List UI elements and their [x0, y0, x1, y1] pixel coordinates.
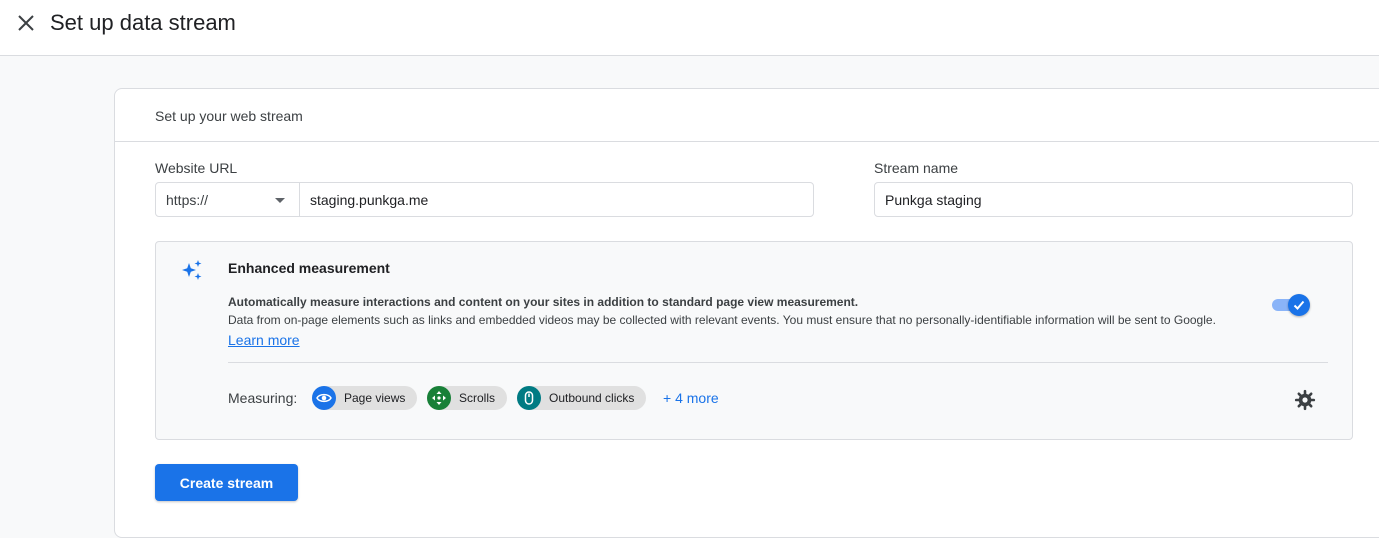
learn-more-link[interactable]: Learn more — [228, 332, 300, 348]
chip-scrolls: Scrolls — [427, 386, 508, 410]
enhanced-measurement-title: Enhanced measurement — [228, 260, 390, 276]
more-measurements-link[interactable]: + 4 more — [663, 390, 719, 406]
measurement-settings-button[interactable] — [1293, 388, 1317, 412]
stream-name-input[interactable]: Punkga staging — [874, 182, 1353, 217]
toggle-knob — [1288, 294, 1310, 316]
chip-page-views: Page views — [312, 386, 418, 410]
top-bar: Set up data stream — [0, 0, 1379, 56]
website-url-input[interactable]: staging.punkga.me — [299, 182, 814, 217]
chip-label: Page views — [344, 391, 406, 405]
card-header: Set up your web stream — [115, 89, 1379, 142]
check-icon — [1293, 300, 1305, 310]
close-icon — [18, 15, 34, 31]
measuring-label: Measuring: — [228, 390, 298, 406]
scroll-arrows-icon — [427, 386, 451, 410]
website-url-label: Website URL — [155, 160, 238, 176]
gear-icon — [1294, 389, 1316, 411]
protocol-select[interactable]: https:// — [155, 182, 300, 217]
mouse-icon — [517, 386, 541, 410]
divider — [228, 362, 1328, 363]
close-button[interactable] — [14, 11, 38, 35]
dropdown-arrow-icon — [275, 198, 285, 203]
chip-label: Scrolls — [459, 391, 496, 405]
enhanced-measurement-summary: Automatically measure interactions and c… — [228, 295, 859, 309]
protocol-value: https:// — [166, 192, 209, 208]
chip-label: Outbound clicks — [549, 391, 635, 405]
enhanced-measurement-toggle[interactable] — [1272, 294, 1310, 316]
page-title: Set up data stream — [50, 10, 236, 35]
enhanced-measurement-panel: Enhanced measurement Automatically measu… — [155, 241, 1353, 440]
eye-icon — [312, 386, 336, 410]
web-stream-card: Set up your web stream Website URL https… — [114, 88, 1379, 538]
create-stream-button[interactable]: Create stream — [155, 464, 298, 501]
enhanced-measurement-description: Data from on-page elements such as links… — [228, 313, 1216, 327]
sparkle-icon — [182, 260, 202, 280]
chip-outbound-clicks: Outbound clicks — [517, 386, 647, 410]
stream-name-label: Stream name — [874, 160, 959, 176]
